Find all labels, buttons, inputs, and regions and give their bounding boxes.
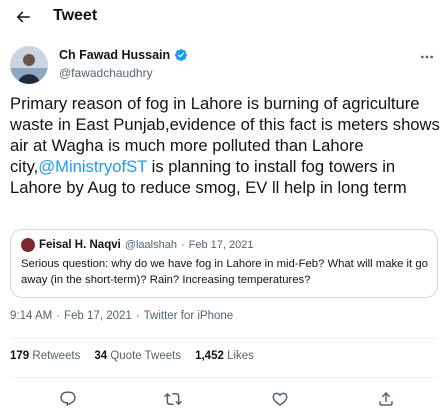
- quoted-avatar: [21, 238, 35, 252]
- likes-stat[interactable]: 1,452 Likes: [195, 350, 254, 362]
- avatar[interactable]: [10, 46, 48, 84]
- timestamp-separator: ·: [135, 310, 140, 322]
- mention-link[interactable]: @MinistryofST: [38, 157, 147, 176]
- reply-icon: [60, 391, 76, 407]
- like-icon: [272, 392, 288, 406]
- share-button[interactable]: [373, 386, 399, 412]
- likes-count: 1,452: [195, 350, 224, 362]
- timestamp-separator: ·: [56, 310, 61, 322]
- back-button[interactable]: [8, 2, 38, 32]
- retweets-stat[interactable]: 179 Retweets: [10, 350, 80, 362]
- user-handle[interactable]: @fawadchaudhry: [59, 66, 153, 80]
- arrow-left-icon: [16, 11, 30, 23]
- avatar-image: [10, 46, 48, 84]
- retweet-icon: [164, 392, 182, 406]
- retweets-label: Retweets: [32, 350, 81, 362]
- share-icon: [379, 391, 393, 406]
- tweet-stats: 179 Retweets 34 Quote Tweets 1,452 Likes: [10, 350, 254, 362]
- tweet-time[interactable]: 9:14 AM: [10, 310, 52, 322]
- tweet-date[interactable]: Feb 17, 2021: [64, 310, 132, 322]
- quote-tweets-stat[interactable]: 34 Quote Tweets: [94, 350, 181, 362]
- quoted-tweet-header: Feisal H. Naqvi @laalshah · Feb 17, 2021: [21, 238, 253, 252]
- display-name[interactable]: Ch Fawad Hussain: [59, 48, 170, 62]
- more-icon: [421, 55, 433, 59]
- like-button[interactable]: [267, 386, 293, 412]
- page-title: Tweet: [53, 7, 98, 24]
- divider: [10, 377, 438, 378]
- tweet-text: Primary reason of fog in Lahore is burni…: [10, 93, 440, 198]
- quote-tweets-count: 34: [94, 350, 108, 362]
- quoted-display-name: Feisal H. Naqvi: [39, 239, 121, 251]
- likes-label: Likes: [227, 350, 254, 362]
- top-bar: Tweet: [0, 0, 448, 36]
- retweets-count: 179: [10, 350, 30, 362]
- tweet-source[interactable]: Twitter for iPhone: [144, 310, 233, 322]
- divider: [10, 338, 438, 339]
- tweet-actions: [0, 386, 448, 412]
- quoted-date: Feb 17, 2021: [188, 239, 254, 251]
- quoted-separator: ·: [180, 239, 185, 251]
- more-options-button[interactable]: [416, 46, 438, 68]
- quoted-tweet-text: Serious question: why do we have fog in …: [21, 258, 428, 286]
- name-row: Ch Fawad Hussain: [59, 48, 188, 62]
- quoted-handle: @laalshah: [124, 239, 177, 251]
- tweet-author: Ch Fawad Hussain @fawadchaudhry: [10, 46, 438, 88]
- retweet-button[interactable]: [160, 386, 186, 412]
- quoted-tweet[interactable]: Feisal H. Naqvi @laalshah · Feb 17, 2021…: [10, 229, 438, 298]
- verified-badge-icon: [174, 48, 188, 62]
- reply-button[interactable]: [55, 386, 81, 412]
- quote-tweets-label: Quote Tweets: [110, 350, 182, 362]
- tweet-timestamp: 9:14 AM · Feb 17, 2021 · Twitter for iPh…: [10, 310, 233, 322]
